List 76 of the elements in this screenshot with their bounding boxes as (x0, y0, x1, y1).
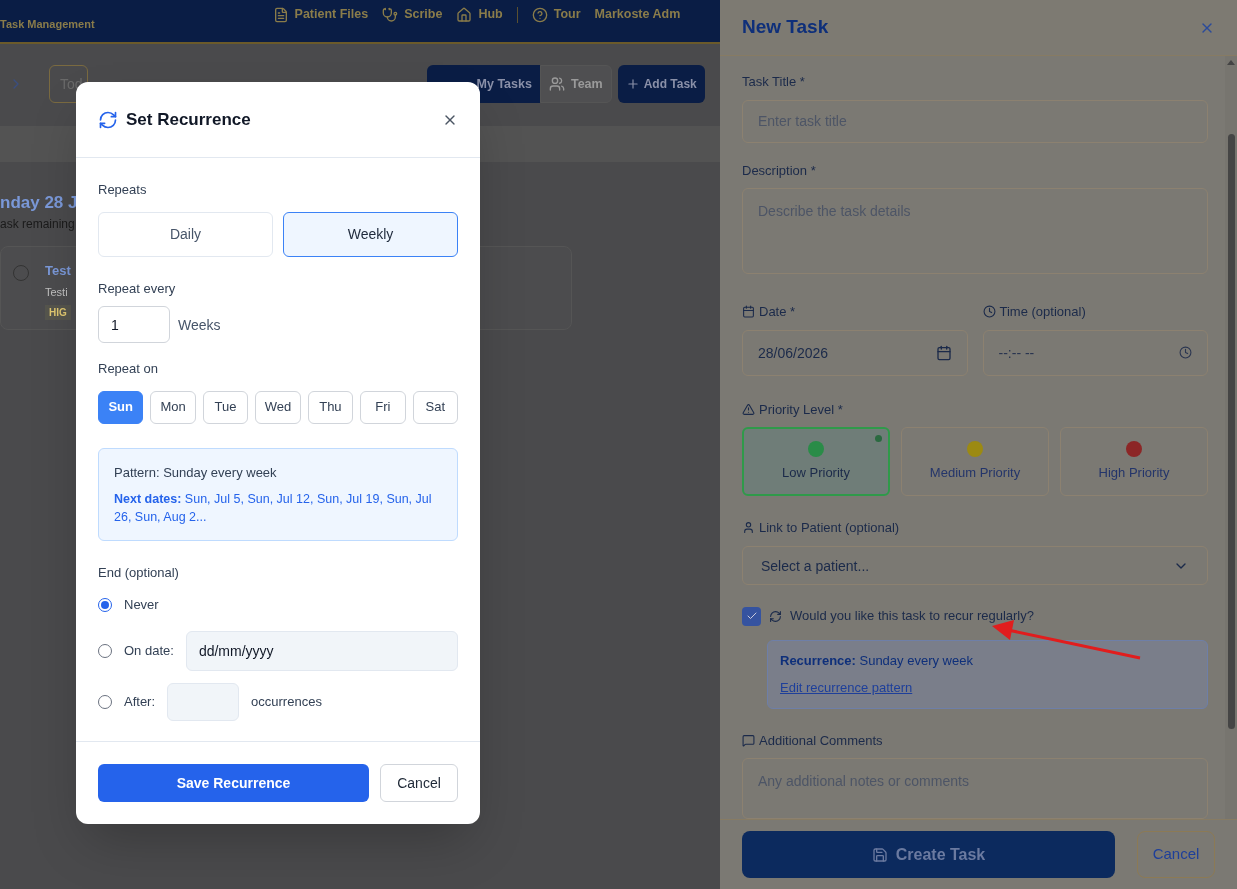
stethoscope-icon (382, 6, 399, 23)
nav-link[interactable]: Tour (531, 5, 581, 24)
time-field[interactable]: --:-- -- (982, 329, 1208, 376)
field-label: Additional Comments (759, 731, 883, 750)
app-title: Task Management (0, 16, 95, 32)
refresh-icon (769, 609, 782, 623)
clock-icon (982, 305, 996, 319)
selected-indicator-icon (875, 435, 882, 443)
person-icon (742, 521, 755, 535)
comment-icon (742, 734, 755, 748)
weekday-toggle[interactable]: Mon (150, 390, 196, 424)
recur-checkbox[interactable] (742, 606, 761, 626)
nav-link[interactable]: Scribe (382, 5, 443, 24)
priority-option[interactable]: High Priority (1060, 427, 1208, 497)
end-option-label: On date: (124, 641, 174, 660)
panel-title: New Task (742, 15, 829, 40)
cancel-button[interactable]: Cancel (1137, 831, 1215, 878)
priority-option[interactable]: Medium Priority (901, 427, 1049, 497)
weekday-toggle[interactable]: Fri (360, 390, 406, 424)
priority-tag: HIG (45, 304, 71, 320)
help-icon (531, 6, 548, 23)
task-description: Testi (45, 285, 69, 300)
field-label: Time (optional) (999, 303, 1086, 322)
add-task-button[interactable]: Add Task (617, 65, 705, 103)
field-label: Task Title * (742, 73, 805, 91)
repeat-on-label: Repeat on (98, 360, 159, 378)
dialog-title: Set Recurrence (126, 108, 251, 131)
view-tab[interactable]: Team (539, 65, 612, 103)
calendar-icon[interactable] (935, 344, 952, 361)
people-icon (548, 76, 565, 92)
field-label: Date * (759, 303, 796, 322)
weekday-toggle[interactable]: Sat (412, 390, 458, 424)
end-label: End (optional) (98, 564, 180, 582)
save-recurrence-button[interactable]: Save Recurrence (98, 763, 369, 802)
cancel-button[interactable]: Cancel (380, 763, 458, 802)
interval-field[interactable]: 1 (98, 306, 170, 343)
occurrences-field[interactable] (167, 682, 240, 721)
save-icon (871, 846, 888, 863)
edit-recurrence-link[interactable]: Edit recurrence pattern (780, 678, 913, 698)
refresh-icon (98, 109, 118, 130)
patient-select[interactable]: Select a patient... (742, 545, 1208, 586)
calendar-icon (742, 305, 755, 319)
repeats-label: Repeats (98, 181, 148, 199)
field-label: Link to Patient (optional) (759, 519, 900, 538)
date-field[interactable]: 28/06/2026 (742, 329, 968, 376)
recurrence-text: Recurrence: Sunday every week (780, 651, 974, 670)
field-label: Description * (742, 161, 816, 180)
weekday-toggle[interactable]: Tue (202, 390, 249, 424)
create-task-button[interactable]: Create Task (742, 831, 1115, 878)
weekday-toggle[interactable]: Wed (255, 390, 301, 424)
frequency-option[interactable]: Weekly (283, 211, 458, 257)
recur-label: Would you like this task to recur regularly? (790, 607, 1034, 626)
repeat-every-label: Repeat every (98, 279, 177, 298)
priority-option[interactable]: Low Priority (742, 427, 890, 497)
field-label: Priority Level * (759, 400, 843, 419)
weekday-toggle[interactable]: Sun (98, 390, 144, 424)
nav-link[interactable]: Patient Files (272, 5, 369, 24)
warning-icon (742, 402, 755, 416)
pattern-text: Pattern: Sunday every week (114, 463, 278, 482)
nav-link[interactable]: Hub (456, 5, 503, 24)
occurrences-label: occurrences (251, 692, 322, 711)
plus-icon (625, 77, 640, 91)
scrollbar[interactable] (1225, 56, 1237, 819)
day-heading: nday 28 J (0, 192, 78, 214)
end-date-field[interactable]: dd/mm/yyyy (185, 630, 458, 671)
end-option-label: After: (124, 692, 156, 711)
weekday-toggle[interactable]: Thu (307, 390, 354, 424)
next-dates-text: Next dates: Sun, Jul 5, Sun, Jul 12, Sun, Jul 19, Sun, Jul 26, Sun, Aug 2... (114, 491, 433, 526)
house-icon (456, 6, 473, 23)
user-name[interactable]: Markoste Adm (594, 5, 681, 24)
task-title: Test (45, 261, 71, 280)
document-icon (272, 6, 289, 23)
interval-unit: Weeks (178, 315, 221, 335)
clock-icon[interactable] (1179, 346, 1192, 360)
end-option-label: Never (124, 595, 159, 614)
frequency-option[interactable]: Daily (98, 211, 273, 257)
